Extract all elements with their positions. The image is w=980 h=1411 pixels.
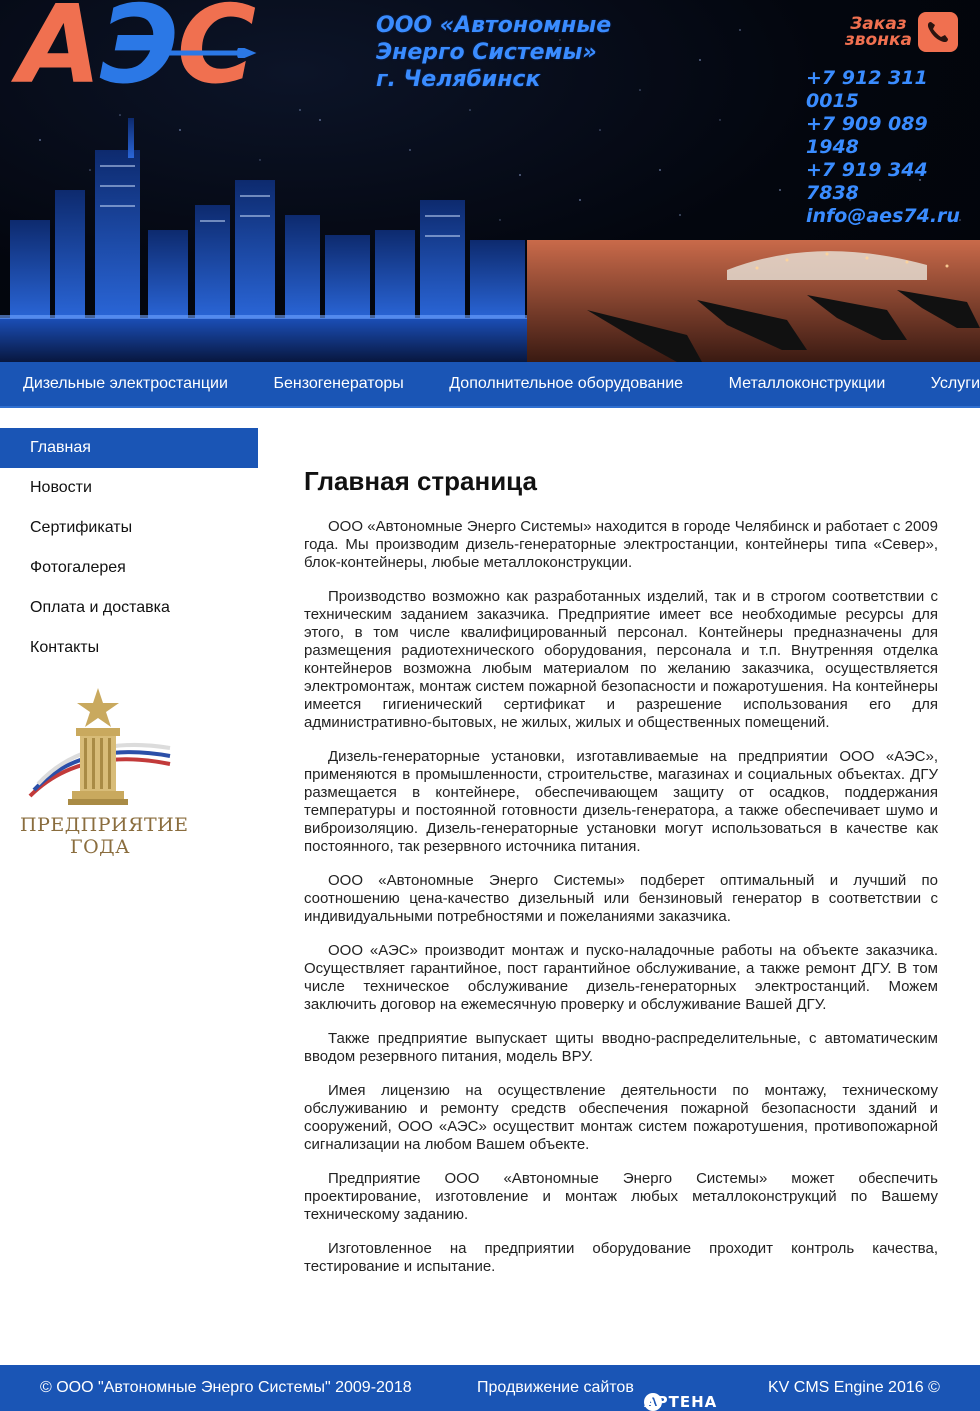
callback-label: Заказ звонка xyxy=(844,14,912,50)
phone-link[interactable]: +7 919 344 7838 xyxy=(806,159,980,205)
sidebar-item-gallery[interactable]: Фотогалерея xyxy=(0,548,258,588)
city-skyline-image xyxy=(0,118,530,362)
content-paragraph: ООО «Автономные Энерго Системы» подберет… xyxy=(304,872,938,925)
cms-engine-link[interactable]: KV CMS Engine 2016 © xyxy=(768,1379,940,1397)
logo-arrow-icon xyxy=(150,48,257,58)
nav-item-diesel-plants[interactable]: Дизельные электростанции xyxy=(23,375,228,393)
sidebar-item-contacts[interactable]: Контакты xyxy=(0,628,258,668)
footer-copyright: © ООО "Автономные Энерго Системы" 2009-2… xyxy=(40,1379,412,1396)
main-navigation: Дизельные электростанции Бензогенераторы… xyxy=(0,362,980,408)
nav-item-services[interactable]: Услуги xyxy=(931,375,980,393)
site-header: АЭС ООО «Автономные Энерго Системы» г. Ч… xyxy=(0,0,980,362)
content-paragraph: Дизель-генераторные установки, изготавли… xyxy=(304,748,938,855)
nav-item-gasoline-generators[interactable]: Бензогенераторы xyxy=(273,375,403,393)
main-content: Главная страница ООО «Автономные Энерго … xyxy=(304,466,938,1292)
content-paragraph: Производство возможно как разработанных … xyxy=(304,588,938,731)
sidebar-menu: Главная Новости Сертификаты Фотогалерея … xyxy=(0,428,258,858)
content-paragraph: Изготовленное на предприятии оборудовани… xyxy=(304,1240,938,1275)
nav-item-additional-equipment[interactable]: Дополнительное оборудование xyxy=(449,375,683,393)
artena-brand-name: АРТЕНА xyxy=(644,1393,718,1411)
company-name: ООО «Автономные Энерго Системы» г. Челяб… xyxy=(376,13,612,92)
footer-promo-label: Продвижение сайтов xyxy=(477,1379,634,1396)
airport-image xyxy=(527,240,980,362)
content-paragraph: Также предприятие выпускает щиты вводно-… xyxy=(304,1030,938,1065)
header-contacts: +7 912 311 0015 +7 909 089 1948 +7 919 3… xyxy=(806,67,980,228)
sidebar-item-news[interactable]: Новости xyxy=(0,468,258,508)
award-title: ПРЕДПРИЯТИЕ xyxy=(20,814,189,836)
sidebar-item-certificates[interactable]: Сертификаты xyxy=(0,508,258,548)
content-paragraph: ООО «Автономные Энерго Системы» находитс… xyxy=(304,518,938,571)
content-paragraph: ООО «АЭС» производит монтаж и пуско-нала… xyxy=(304,942,938,1013)
sidebar-item-home[interactable]: Главная xyxy=(0,428,258,468)
enterprise-of-year-award[interactable]: ПРЕДПРИЯТИЕ ГОДА xyxy=(20,686,189,864)
content-paragraph: Имея лицензию на осуществление деятельно… xyxy=(304,1082,938,1153)
page-title: Главная страница xyxy=(304,466,537,496)
award-pillar-icon xyxy=(28,688,171,805)
award-subtitle: ГОДА xyxy=(70,836,130,858)
phone-link[interactable]: +7 912 311 0015 xyxy=(806,67,980,113)
nav-item-metal-structures[interactable]: Металлоконструкции xyxy=(729,375,886,393)
phone-link[interactable]: +7 909 089 1948 xyxy=(806,113,980,159)
sidebar-item-payment-delivery[interactable]: Оплата и доставка xyxy=(0,588,258,628)
site-footer: © ООО "Автономные Энерго Системы" 2009-2… xyxy=(0,1365,980,1411)
callback-button[interactable]: Заказ звонка xyxy=(845,12,958,52)
content-paragraph: Предприятие ООО «Автономные Энерго Систе… xyxy=(304,1170,938,1223)
email-link[interactable]: info@aes74.ru xyxy=(806,205,980,228)
phone-handset-icon xyxy=(918,12,958,52)
